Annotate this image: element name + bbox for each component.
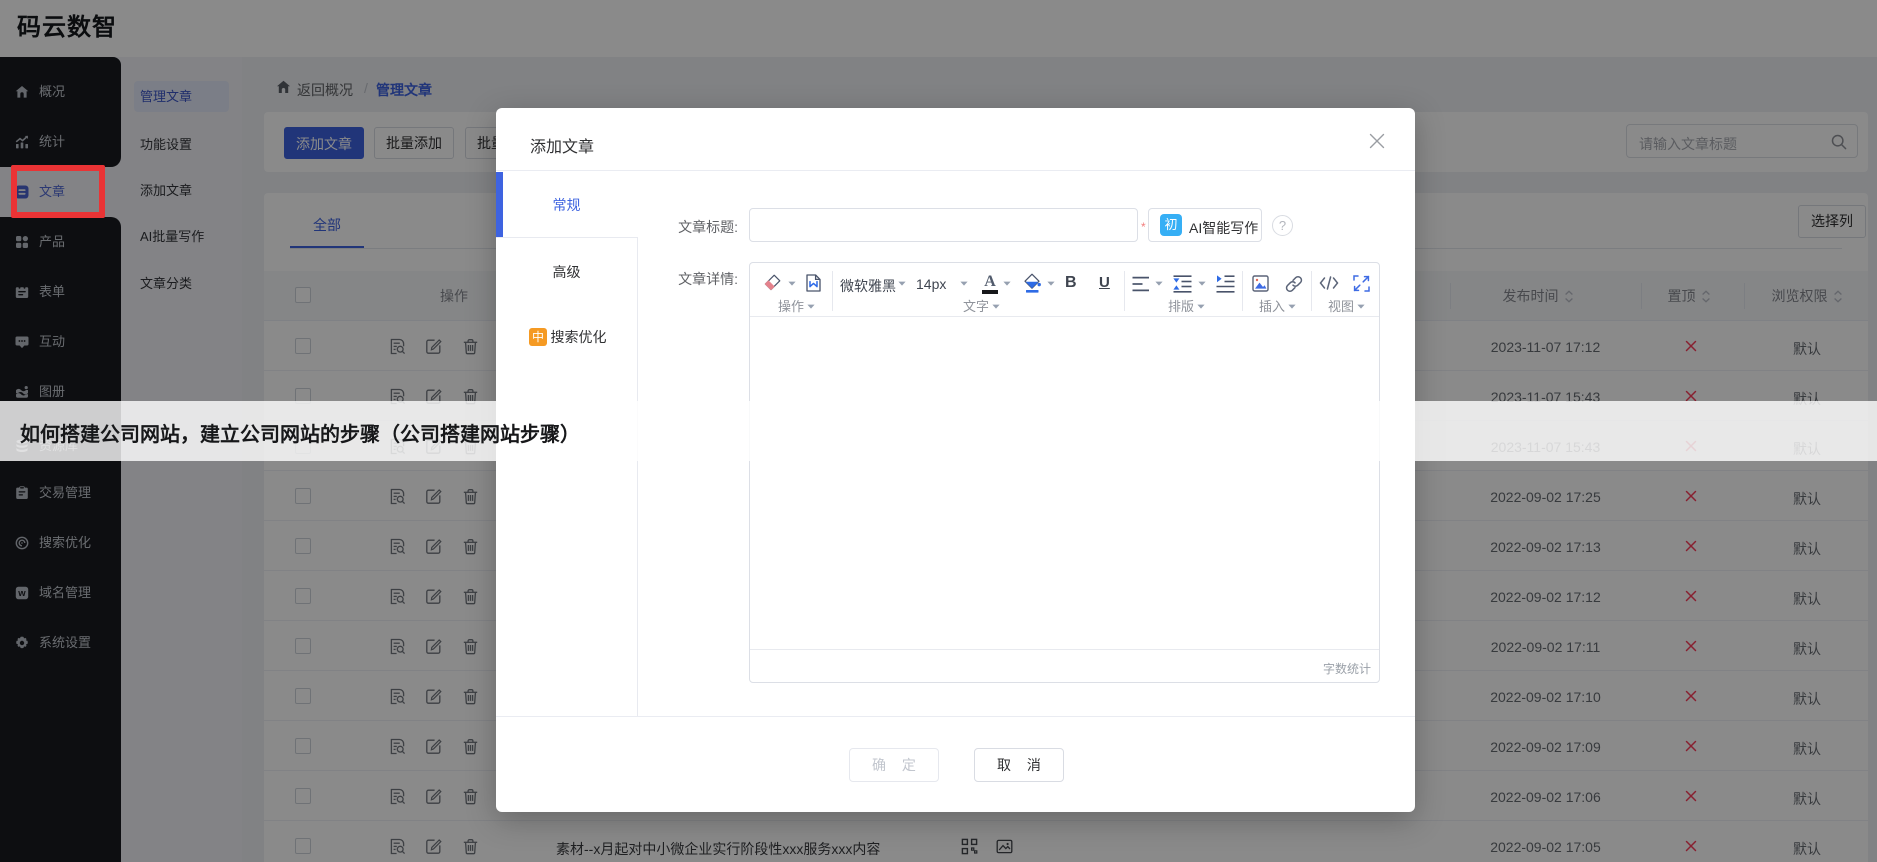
group-operations[interactable]: 操作 bbox=[778, 296, 815, 315]
group-label: 插入 bbox=[1259, 299, 1286, 314]
annotation-highlight-box bbox=[11, 165, 105, 218]
close-icon[interactable] bbox=[1368, 132, 1386, 150]
group-label: 操作 bbox=[778, 299, 805, 314]
align-icon[interactable] bbox=[1132, 276, 1150, 292]
editor-content-area[interactable] bbox=[750, 318, 1379, 649]
eraser-icon[interactable] bbox=[764, 274, 781, 291]
dropdown-caret-icon bbox=[1288, 304, 1296, 309]
font-family-select[interactable]: 微软雅黑 bbox=[840, 276, 896, 296]
group-insert[interactable]: 插入 bbox=[1259, 296, 1296, 315]
group-layout[interactable]: 排版 bbox=[1168, 296, 1205, 315]
dialog-title: 添加文章 bbox=[530, 139, 595, 156]
line-height-icon[interactable] bbox=[1173, 275, 1192, 293]
dropdown-caret-icon[interactable] bbox=[1047, 281, 1055, 286]
dialog-active-tab-bottom-border bbox=[496, 237, 637, 238]
group-view[interactable]: 视图 bbox=[1328, 296, 1365, 315]
confirm-button[interactable]: 确 定 bbox=[849, 748, 939, 782]
help-icon[interactable]: ? bbox=[1272, 215, 1293, 236]
dialog-tab-rail-border bbox=[637, 237, 638, 716]
word-import-icon[interactable] bbox=[806, 274, 821, 292]
dropdown-caret-icon bbox=[807, 304, 815, 309]
dialog-tab-seo[interactable]: 中搜索优化 bbox=[496, 304, 637, 370]
rich-text-editor: 微软雅黑 14px A B U 操作 文字 排版 插入 视图 字数统计 bbox=[749, 262, 1380, 683]
underline-icon[interactable]: U bbox=[1099, 274, 1110, 291]
ai-writing-label: AI智能写作 bbox=[1189, 220, 1259, 236]
dialog-tab-seo-label: 搜索优化 bbox=[550, 329, 607, 345]
word-count-label: 字数统计 bbox=[1322, 662, 1371, 676]
dialog-tab-advanced[interactable]: 高级 bbox=[496, 239, 637, 305]
insert-link-icon[interactable] bbox=[1285, 275, 1303, 293]
bold-icon[interactable]: B bbox=[1065, 274, 1077, 292]
group-label: 文字 bbox=[963, 299, 990, 314]
dropdown-caret-icon[interactable] bbox=[788, 281, 796, 286]
dialog-header-border bbox=[496, 170, 1415, 171]
code-view-icon[interactable] bbox=[1319, 275, 1339, 291]
dropdown-caret-icon bbox=[1197, 304, 1205, 309]
toolbar-divider bbox=[832, 271, 833, 311]
dropdown-caret-icon bbox=[1357, 304, 1365, 309]
toolbar-divider bbox=[1124, 271, 1125, 311]
toolbar-divider bbox=[1311, 271, 1312, 311]
article-title-input[interactable] bbox=[749, 208, 1138, 242]
dropdown-caret-icon[interactable] bbox=[960, 281, 968, 286]
indent-list-icon[interactable] bbox=[1216, 275, 1235, 293]
seo-zhong-icon: 中 bbox=[529, 328, 547, 346]
editor-toolbar: 微软雅黑 14px A B U 操作 文字 排版 插入 视图 bbox=[750, 263, 1379, 317]
insert-image-icon[interactable] bbox=[1252, 275, 1269, 292]
dropdown-caret-icon[interactable] bbox=[1198, 281, 1206, 286]
font-color-icon[interactable]: A bbox=[982, 273, 998, 294]
group-text[interactable]: 文字 bbox=[963, 296, 1000, 315]
cancel-button[interactable]: 取 消 bbox=[974, 748, 1064, 782]
tooltip-text: 如何搭建公司网站，建立公司网站的步骤（公司搭建网站步骤） bbox=[20, 424, 580, 446]
fullscreen-icon[interactable] bbox=[1353, 275, 1370, 292]
dropdown-caret-icon[interactable] bbox=[898, 281, 906, 286]
dialog-footer-border bbox=[496, 716, 1415, 717]
ai-writing-button[interactable]: 初 AI智能写作 bbox=[1148, 208, 1262, 242]
dialog-tab-general[interactable]: 常规 bbox=[496, 172, 637, 238]
font-size-select[interactable]: 14px bbox=[916, 276, 946, 292]
article-detail-label: 文章详情: bbox=[678, 271, 738, 287]
dropdown-caret-icon bbox=[992, 304, 1000, 309]
ai-chu-icon: 初 bbox=[1160, 214, 1182, 236]
title-tooltip-strip: 如何搭建公司网站，建立公司网站的步骤（公司搭建网站步骤） bbox=[0, 401, 1877, 461]
article-title-label: 文章标题: bbox=[678, 219, 738, 235]
background-color-icon[interactable] bbox=[1023, 273, 1042, 293]
group-label: 视图 bbox=[1328, 299, 1355, 314]
editor-footer: 字数统计 bbox=[750, 649, 1379, 682]
dropdown-caret-icon[interactable] bbox=[1155, 281, 1163, 286]
toolbar-divider bbox=[1242, 271, 1243, 311]
group-label: 排版 bbox=[1168, 299, 1195, 314]
dropdown-caret-icon[interactable] bbox=[1003, 281, 1011, 286]
required-mark: * bbox=[1141, 220, 1146, 234]
